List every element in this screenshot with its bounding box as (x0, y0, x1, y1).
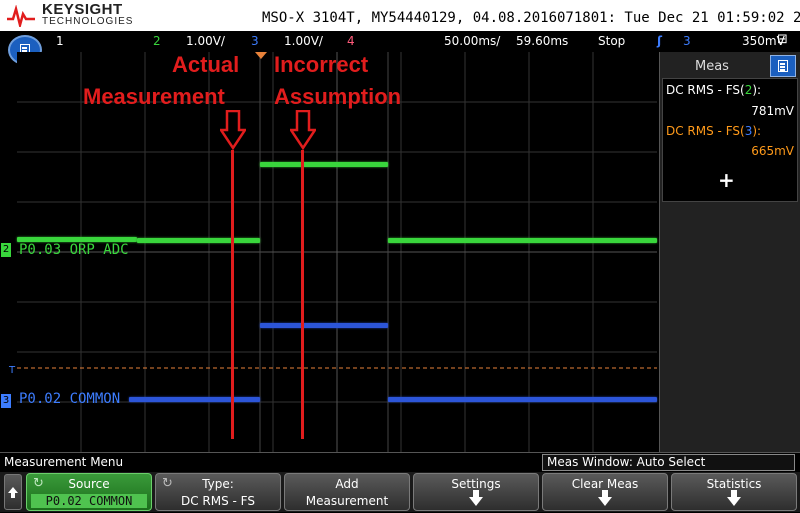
menu-expand-icon[interactable]: ⊟ (777, 32, 788, 47)
softkey-label: Statistics (706, 477, 762, 491)
ch2-trace-low-2 (137, 238, 260, 243)
type-softkey[interactable]: ↻ Type: DC RMS - FS (155, 473, 281, 511)
softkey-label: Settings (451, 477, 501, 491)
instrument-info: MSO-X 3104T, MY54440129, 04.08.201607180… (262, 10, 800, 26)
up-arrow-icon (8, 487, 18, 498)
channel-3-number[interactable]: 3 (251, 34, 259, 48)
document-icon (778, 60, 788, 72)
ch3-waveform-label: P0.02 COMMON (19, 391, 121, 407)
ch2-waveform-label: P0.03 ORP ADC (19, 242, 129, 258)
trigger-level-marker[interactable]: T (9, 365, 15, 376)
down-arrow-icon (290, 110, 316, 150)
softkey-label: Add (335, 477, 359, 491)
brand-tagline: TECHNOLOGIES (42, 16, 134, 27)
annotation-actual-line1: Actual (172, 52, 240, 77)
settings-softkey[interactable]: Settings (413, 473, 539, 511)
trigger-source[interactable]: 3 (683, 34, 691, 48)
channel-3-scale[interactable]: 1.00V/ (284, 34, 323, 48)
add-measurement-plus-icon[interactable]: + (718, 168, 735, 192)
annotation-actual-line2: Measurement (83, 84, 225, 109)
menu-up-button[interactable] (4, 474, 22, 510)
ch3-ground-marker[interactable]: 3 (1, 394, 11, 408)
measurement-1-value: 781mV (751, 104, 794, 118)
ch2-ground-marker[interactable]: 2 (1, 243, 11, 257)
submenu-arrow-icon (598, 490, 612, 506)
submenu-arrow-icon (727, 490, 741, 506)
timebase-scale[interactable]: 50.00ms/ (444, 34, 500, 48)
keysight-logo-icon (7, 5, 35, 27)
channel-4-number[interactable]: 4 (347, 34, 355, 48)
menu-title: Measurement Menu (4, 455, 124, 469)
softkey-value: DC RMS - FS (180, 494, 255, 508)
softkey-label: Source (68, 477, 110, 491)
measurement-1-name[interactable]: DC RMS - FS(2): (666, 83, 761, 97)
ch2-trace-low-3 (388, 238, 657, 243)
meas-window-indicator: Meas Window: Auto Select (542, 454, 795, 471)
status-bar: 1 2 1.00V/ 3 1.00V/ 4 50.00ms/ 59.60ms S… (0, 31, 800, 52)
source-softkey[interactable]: ↻ Source P0.02 COMMON (26, 473, 152, 511)
channel-1-number[interactable]: 1 (56, 34, 64, 48)
softkey-label: Clear Meas (571, 477, 639, 491)
measurement-2-value: 665mV (751, 144, 794, 158)
run-state[interactable]: Stop (598, 34, 625, 48)
trigger-edge-icon: ʃ (657, 34, 662, 48)
annotation-incorrect-line1: Incorrect (274, 52, 369, 77)
ch3-trace-low-1 (129, 397, 260, 402)
add-measurement-softkey[interactable]: Add Measurement (284, 473, 410, 511)
ch3-trace-low-2 (388, 397, 657, 402)
softkey-value: Measurement (305, 494, 389, 508)
trigger-position-marker[interactable] (255, 52, 267, 59)
softkey-label: Type: (202, 477, 234, 491)
horizontal-delay[interactable]: 59.60ms (516, 34, 568, 48)
actual-measurement-line (231, 150, 234, 439)
submenu-arrow-icon (469, 490, 483, 506)
channel-2-scale[interactable]: 1.00V/ (186, 34, 225, 48)
ch3-trace-high (260, 323, 388, 328)
incorrect-assumption-line (301, 150, 304, 439)
measurement-2-name[interactable]: DC RMS - FS(3): (666, 124, 761, 138)
channel-2-number[interactable]: 2 (153, 34, 161, 48)
clear-meas-softkey[interactable]: Clear Meas (542, 473, 668, 511)
statistics-softkey[interactable]: Statistics (671, 473, 797, 511)
panel-menu-button[interactable] (770, 55, 796, 77)
meas-tab-label: Meas (695, 59, 729, 74)
annotation-incorrect-line2: Assumption (274, 84, 402, 109)
down-arrow-icon (220, 110, 246, 150)
softkey-value: P0.02 COMMON (31, 494, 147, 508)
ch2-trace-high (260, 162, 388, 167)
